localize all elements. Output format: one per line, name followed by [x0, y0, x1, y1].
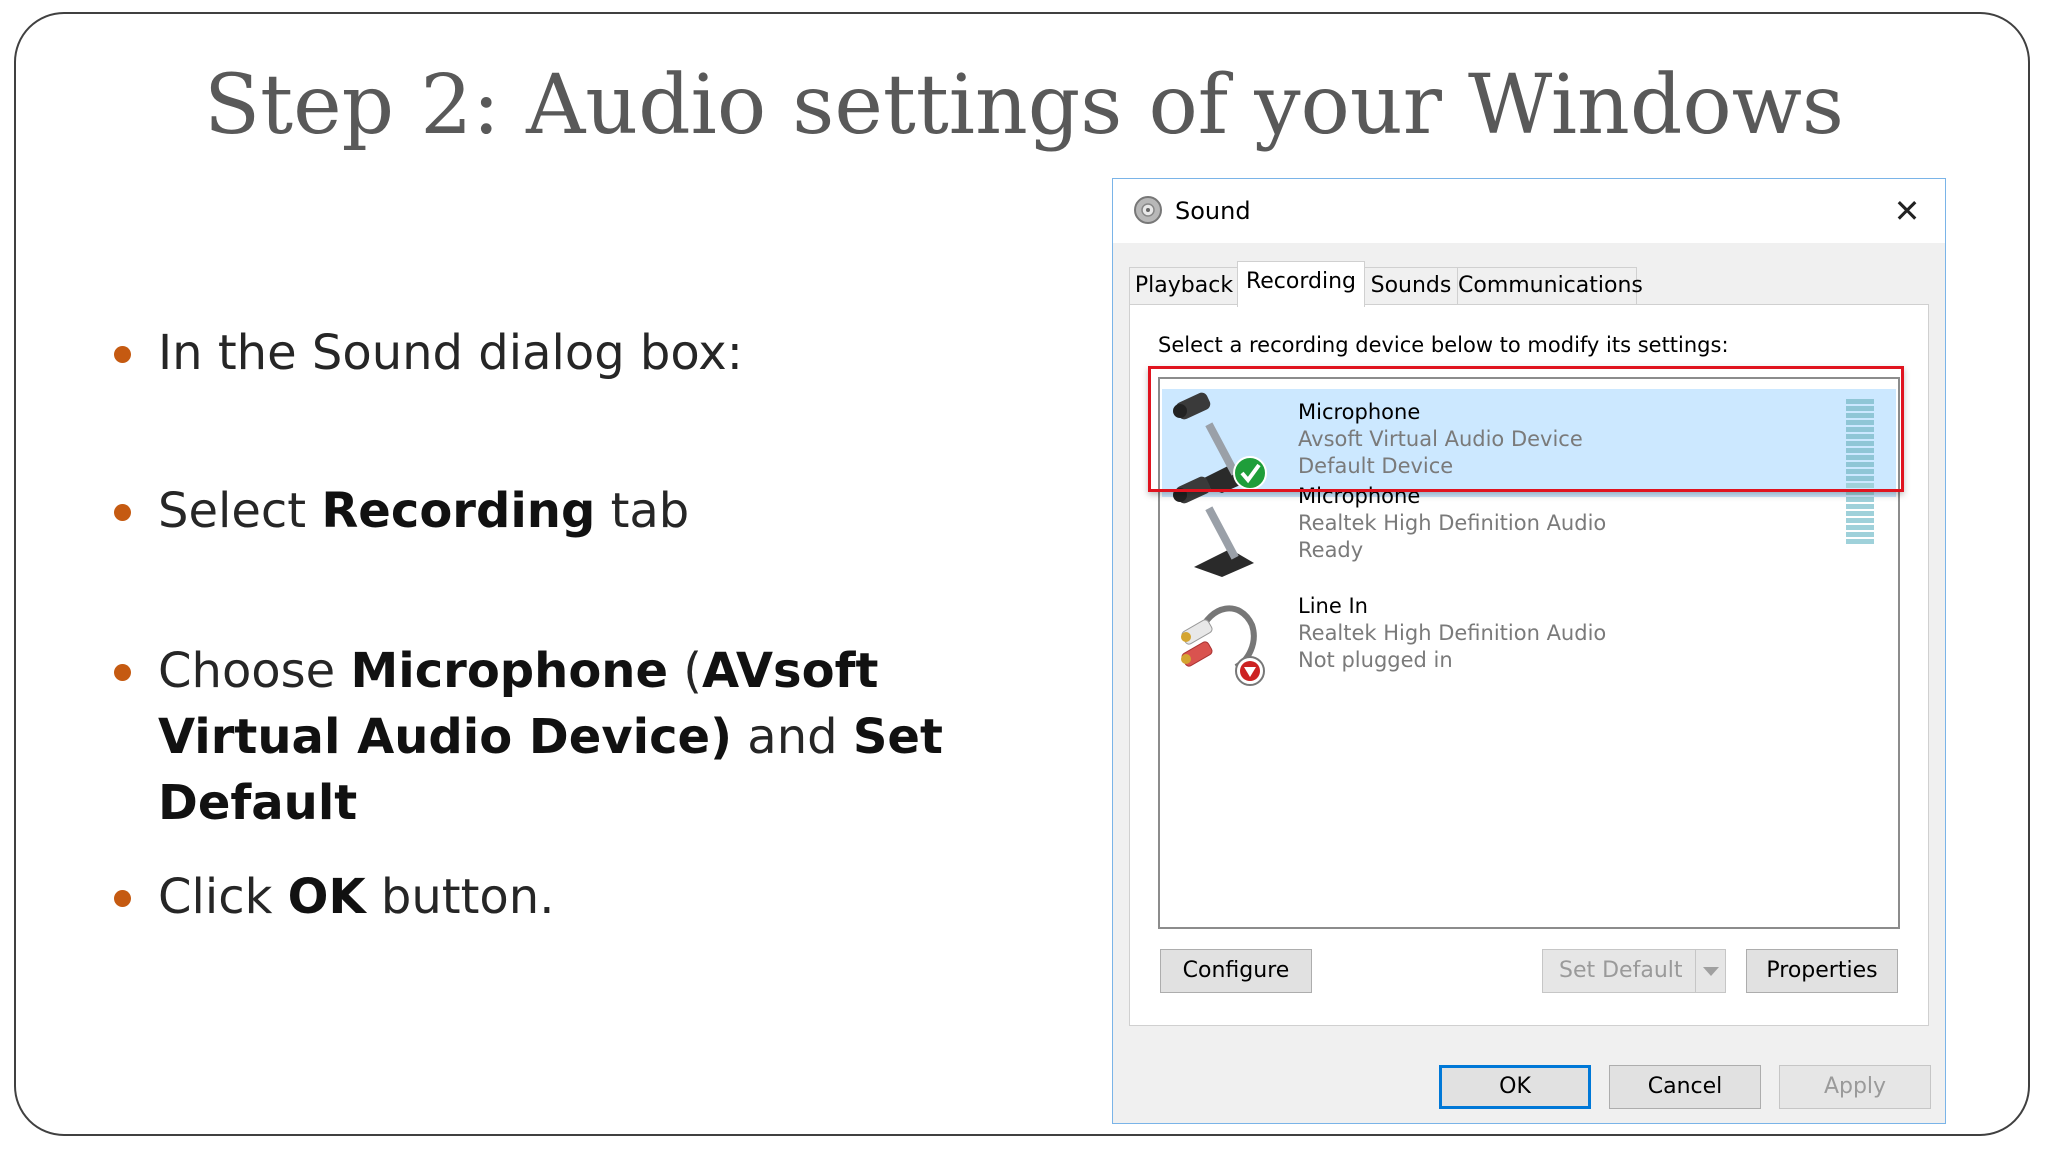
level-meter	[1846, 483, 1874, 567]
tab-sounds[interactable]: Sounds	[1363, 267, 1459, 305]
bullet-item: In the Sound dialog box:	[110, 320, 1010, 386]
bullet-text: button.	[365, 869, 555, 925]
dialog-titlebar[interactable]: Sound ✕	[1113, 179, 1945, 243]
cancel-button[interactable]: Cancel	[1609, 1065, 1761, 1109]
bullet-bold-text: Recording	[321, 483, 596, 539]
tab-communications[interactable]: Communications	[1457, 267, 1643, 305]
bullet-item: Click OK button.	[110, 864, 1010, 930]
device-name: Line In	[1298, 594, 1368, 618]
bullet-bold-text: Microphone	[350, 643, 669, 699]
unplugged-arrow-icon	[1235, 656, 1265, 686]
bullet-bold-text: OK	[287, 869, 366, 925]
bullet-text: Select	[158, 483, 322, 539]
bullet-item: Select Recording tab	[110, 478, 1010, 544]
configure-button[interactable]: Configure	[1160, 949, 1312, 993]
properties-button[interactable]: Properties	[1746, 949, 1898, 993]
ok-button[interactable]: OK	[1439, 1065, 1591, 1109]
set-default-label: Set Default	[1559, 958, 1683, 983]
chevron-down-icon[interactable]	[1695, 950, 1725, 992]
tab-recording[interactable]: Recording	[1237, 261, 1365, 307]
bullet-text: Choose	[158, 643, 351, 699]
instruction-text: Select a recording device below to modif…	[1158, 333, 1729, 357]
bullet-text: Click	[158, 869, 288, 925]
bullet-item: Choose Microphone (AVsoft Virtual Audio …	[110, 638, 1010, 836]
close-button[interactable]: ✕	[1887, 191, 1927, 231]
device-description: Realtek High Definition Audio	[1298, 511, 1607, 535]
bullet-text: (	[668, 643, 703, 699]
device-description: Realtek High Definition Audio	[1298, 621, 1607, 645]
bullet-text: and	[732, 709, 853, 765]
device-row-line-in[interactable]: Line In Realtek High Definition Audio No…	[1162, 583, 1896, 691]
sound-dialog: Sound ✕ Playback Recording Sounds Commun…	[1112, 178, 1946, 1124]
slide-title: Step 2: Audio settings of your Windows	[204, 58, 1844, 153]
device-status: Not plugged in	[1298, 648, 1453, 672]
highlight-box	[1148, 366, 1904, 492]
tab-playback[interactable]: Playback	[1129, 267, 1239, 305]
device-status: Ready	[1298, 538, 1364, 562]
bullet-text: In the Sound dialog box:	[158, 325, 743, 381]
device-info: Microphone Realtek High Definition Audio…	[1298, 483, 1606, 564]
apply-button[interactable]: Apply	[1779, 1065, 1931, 1109]
close-icon: ✕	[1893, 192, 1921, 230]
line-in-jack-icon	[1181, 605, 1265, 686]
dialog-title: Sound	[1175, 197, 1251, 225]
bullet-text: tab	[595, 483, 690, 539]
set-default-button[interactable]: Set Default	[1542, 949, 1726, 993]
device-info: Line In Realtek High Definition Audio No…	[1298, 593, 1606, 674]
speaker-icon	[1134, 196, 1162, 224]
